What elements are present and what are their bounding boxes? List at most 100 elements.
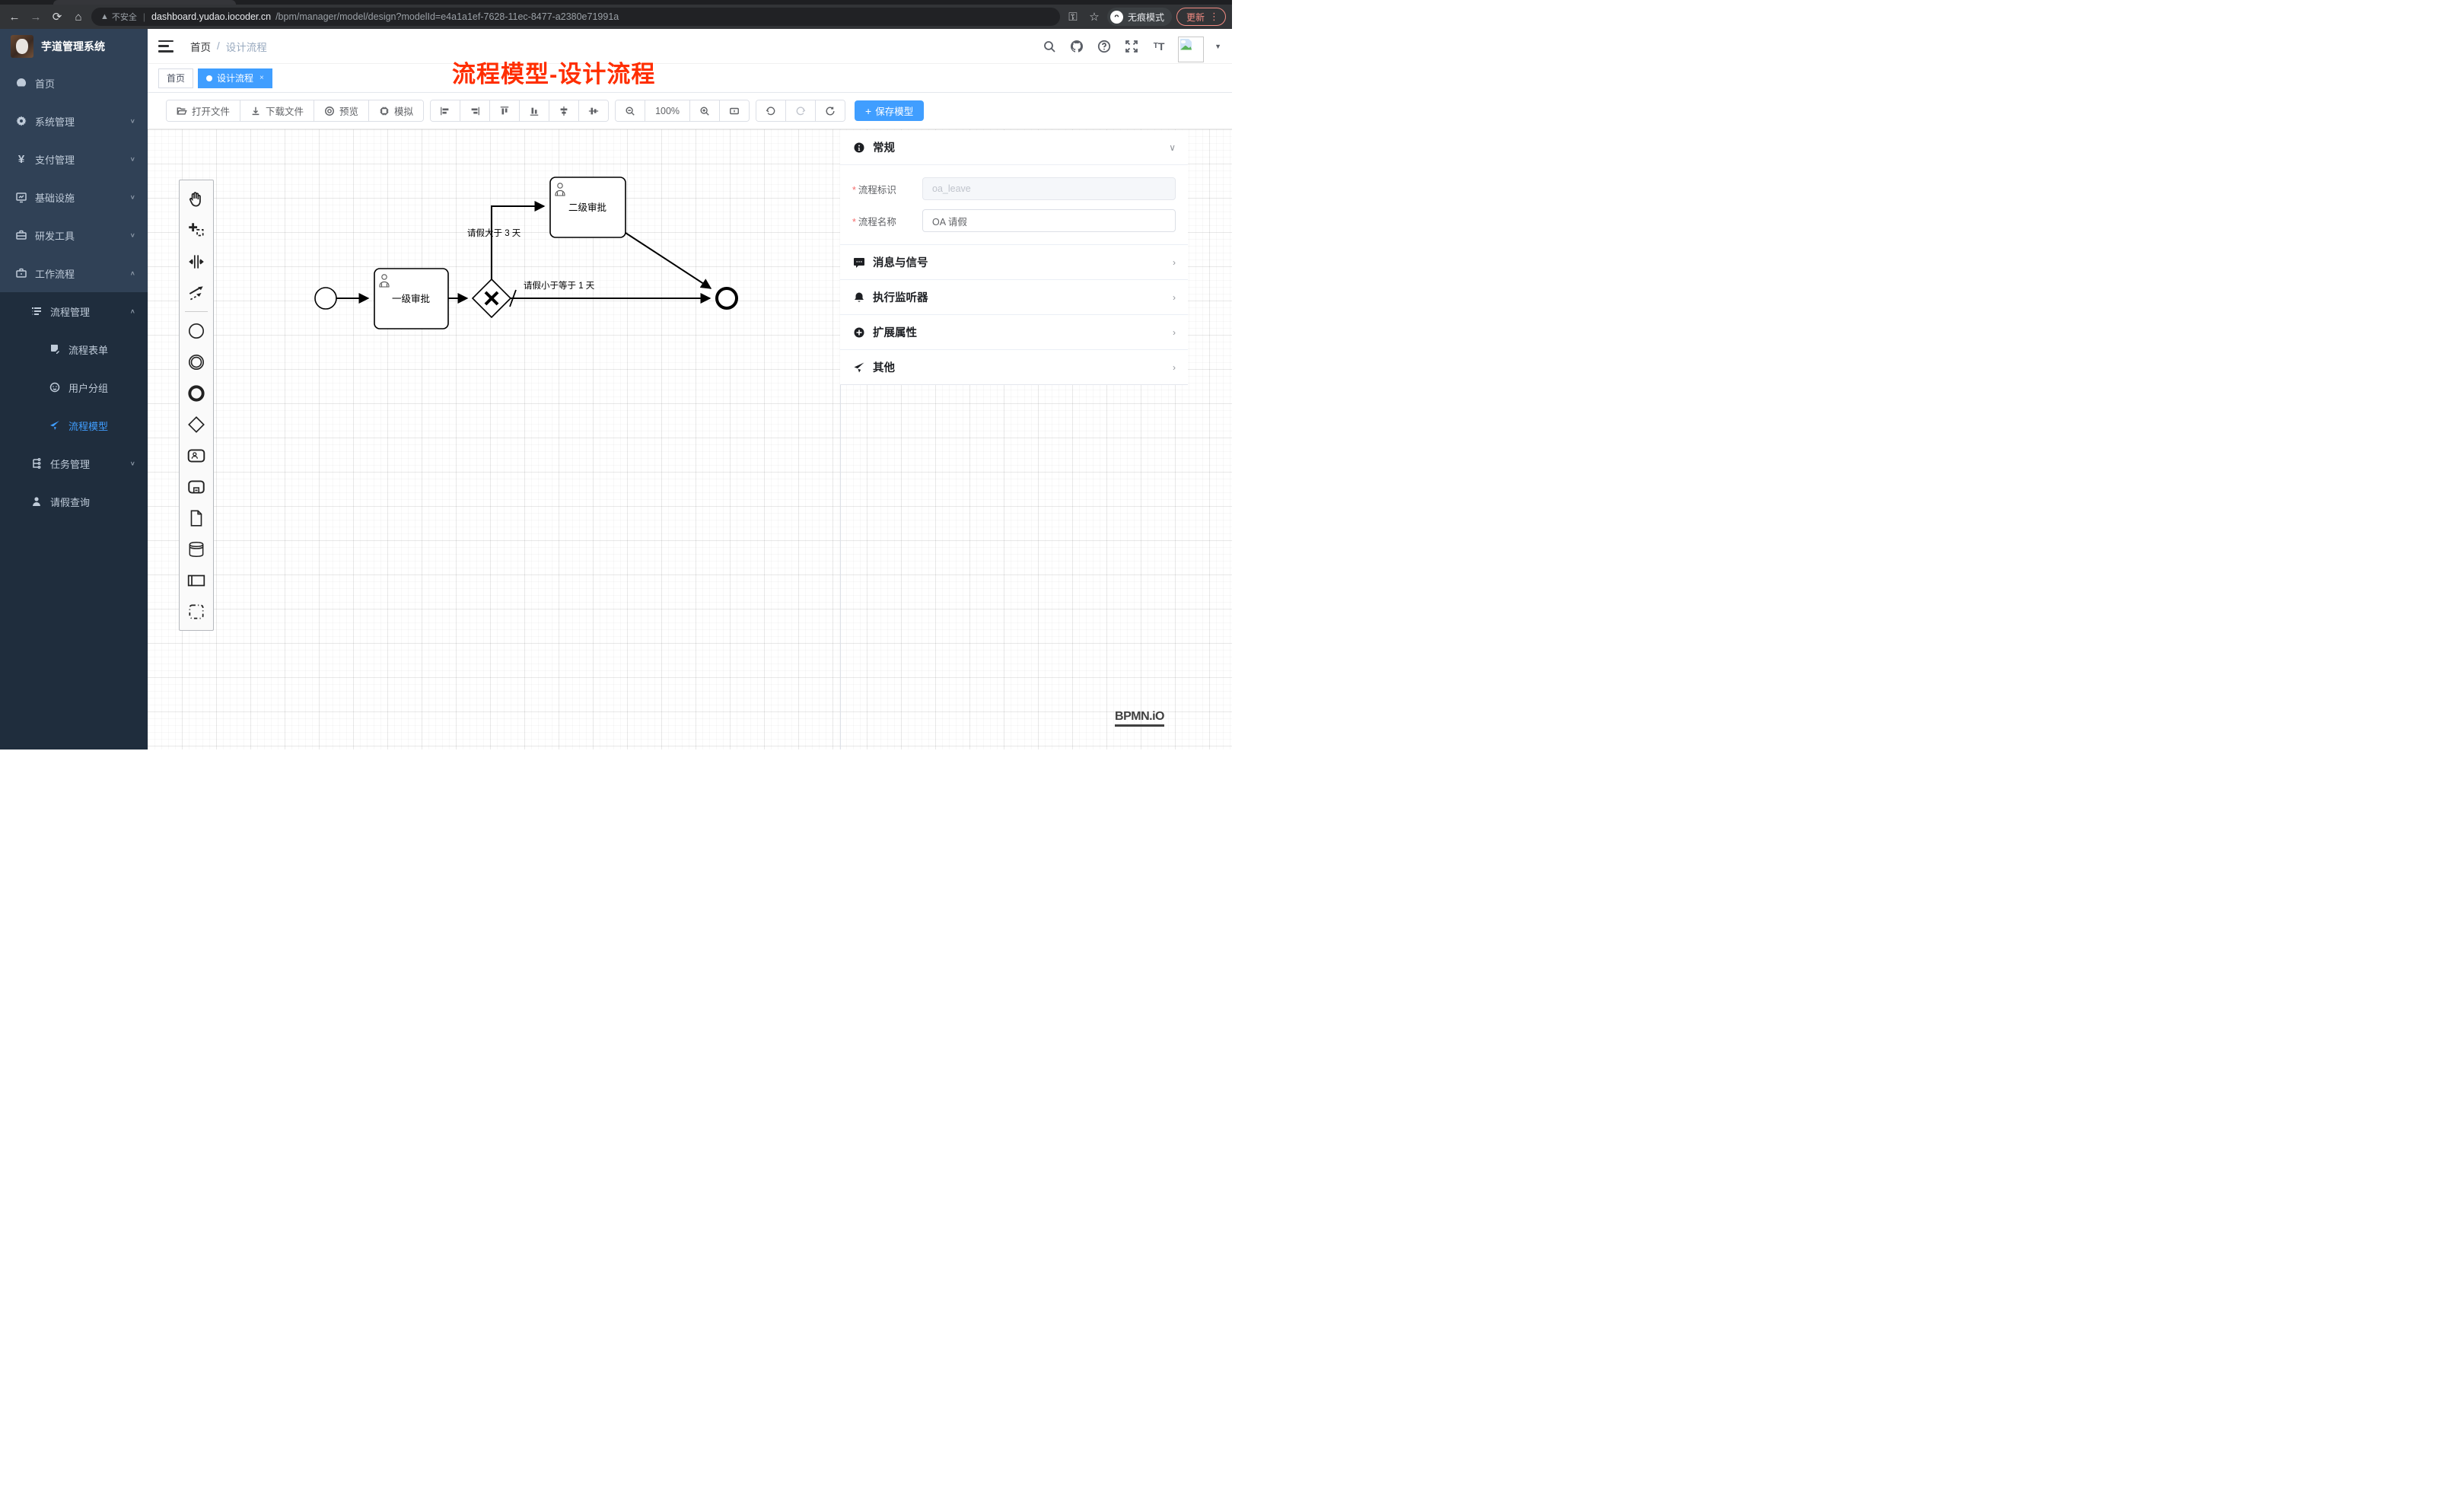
sidebar-item-task-mgmt[interactable]: 任务管理 ∨ bbox=[0, 444, 148, 482]
sidebar-item-infra[interactable]: 基础设施 ∨ bbox=[0, 178, 148, 216]
sidebar-item-payment[interactable]: ¥ 支付管理 ∨ bbox=[0, 140, 148, 178]
sidebar-menu: 首页 系统管理 ∨ ¥ 支付管理 ∨ bbox=[0, 64, 148, 750]
incognito-badge[interactable]: ᴖ 无痕模式 bbox=[1107, 8, 1172, 26]
zoom-level[interactable]: 100% bbox=[645, 100, 690, 121]
breadcrumb-current: 设计流程 bbox=[226, 39, 267, 54]
preview-button[interactable]: 预览 bbox=[314, 100, 369, 121]
tab-design-process[interactable]: 设计流程 × bbox=[198, 68, 272, 88]
simulate-button[interactable]: 模拟 bbox=[369, 100, 423, 121]
flow-task2-to-end[interactable] bbox=[626, 233, 711, 288]
yen-icon: ¥ bbox=[15, 153, 27, 165]
sidebar-collapse-icon[interactable] bbox=[158, 40, 173, 53]
app-logo bbox=[11, 35, 33, 58]
align-right-button[interactable] bbox=[460, 100, 490, 121]
avatar-caret-icon[interactable]: ▼ bbox=[1214, 43, 1221, 50]
align-bottom-button[interactable] bbox=[520, 100, 549, 121]
align-center-vertical-button[interactable] bbox=[579, 100, 608, 121]
align-top-button[interactable] bbox=[490, 100, 520, 121]
sidebar-item-process-mgmt[interactable]: 流程管理 ∧ bbox=[0, 292, 148, 330]
sidebar-item-workflow[interactable]: 工作流程 ∧ bbox=[0, 254, 148, 292]
chevron-down-icon: ∨ bbox=[130, 156, 135, 163]
plus-circle-icon bbox=[852, 326, 865, 339]
address-bar[interactable]: ▲ 不安全 | dashboard.yudao.iocoder.cn/bpm/m… bbox=[91, 8, 1060, 26]
zoom-in-button[interactable] bbox=[690, 100, 720, 121]
sidebar-item-home[interactable]: 首页 bbox=[0, 64, 148, 102]
browser-menu-icon[interactable]: ⋮ bbox=[1209, 11, 1219, 23]
sidebar-item-user-group[interactable]: 用户分组 bbox=[0, 368, 148, 406]
align-button-group bbox=[430, 100, 609, 122]
process-key-label: *流程标识 bbox=[852, 182, 922, 196]
align-center-horizontal-button[interactable] bbox=[549, 100, 579, 121]
forward-icon[interactable]: → bbox=[27, 8, 44, 25]
required-asterisk: * bbox=[852, 217, 856, 228]
chrome-update-button[interactable]: 更新 ⋮ bbox=[1176, 8, 1226, 26]
section-other[interactable]: 其他 › bbox=[840, 349, 1188, 384]
sidebar-item-leave-query[interactable]: 请假查询 bbox=[0, 482, 148, 520]
sidebar-item-devtools[interactable]: 研发工具 ∨ bbox=[0, 216, 148, 254]
sidebar-item-label: 支付管理 bbox=[35, 152, 123, 167]
help-icon[interactable] bbox=[1096, 38, 1113, 55]
sidebar-item-process-model[interactable]: 流程模型 bbox=[0, 406, 148, 444]
bpmn-canvas[interactable]: 一级审批 二 bbox=[148, 129, 1232, 750]
close-icon[interactable]: × bbox=[259, 74, 264, 82]
github-icon[interactable] bbox=[1068, 38, 1085, 55]
open-file-button[interactable]: 打开文件 bbox=[167, 100, 240, 121]
browser-tab-sliver[interactable] bbox=[53, 0, 236, 5]
bookmark-star-icon[interactable]: ☆ bbox=[1086, 8, 1103, 25]
section-execution-listener[interactable]: 执行监听器 › bbox=[840, 279, 1188, 314]
not-secure-badge[interactable]: ▲ 不安全 bbox=[100, 11, 137, 23]
flow-label-gt3[interactable]: 请假大于 3 天 bbox=[467, 228, 521, 238]
breadcrumb-separator: / bbox=[217, 40, 220, 52]
fullscreen-icon[interactable] bbox=[1123, 38, 1140, 55]
download-file-button[interactable]: 下载文件 bbox=[240, 100, 314, 121]
end-event[interactable] bbox=[717, 288, 737, 308]
breadcrumb-home[interactable]: 首页 bbox=[190, 39, 211, 54]
avatar[interactable] bbox=[1178, 37, 1204, 62]
tab-home[interactable]: 首页 bbox=[158, 68, 193, 88]
flow-gateway-to-task2[interactable] bbox=[492, 206, 544, 280]
chevron-down-icon: ∨ bbox=[130, 194, 135, 201]
undo-button[interactable] bbox=[756, 100, 786, 121]
chip-icon bbox=[379, 106, 390, 116]
back-icon[interactable]: ← bbox=[6, 8, 23, 25]
url-divider: | bbox=[143, 11, 145, 22]
start-event[interactable] bbox=[315, 288, 336, 309]
sidebar-item-label: 流程管理 bbox=[50, 304, 123, 319]
chevron-right-icon: › bbox=[1173, 362, 1176, 373]
app-logo-row[interactable]: 芋道管理系统 bbox=[0, 29, 148, 64]
user-task-level2[interactable]: 二级审批 bbox=[550, 177, 626, 237]
align-left-button[interactable] bbox=[431, 100, 460, 121]
chevron-up-icon: ∧ bbox=[130, 270, 135, 277]
chevron-down-icon: ∨ bbox=[130, 460, 135, 467]
home-icon[interactable]: ⌂ bbox=[70, 8, 87, 25]
search-icon[interactable] bbox=[1041, 38, 1058, 55]
font-size-icon[interactable]: TT bbox=[1151, 38, 1167, 55]
section-message-signal[interactable]: 消息与信号 › bbox=[840, 244, 1188, 279]
password-key-icon[interactable]: ⚿ bbox=[1065, 8, 1081, 25]
restart-button[interactable] bbox=[816, 100, 845, 121]
flow-label-le1[interactable]: 请假小于等于 1 天 bbox=[524, 280, 595, 291]
process-key-input[interactable]: oa_leave bbox=[922, 177, 1176, 200]
section-title: 常规 bbox=[873, 139, 1161, 155]
sidebar-item-process-form[interactable]: 流程表单 bbox=[0, 330, 148, 368]
breadcrumb: 首页 / 设计流程 bbox=[190, 39, 267, 54]
section-extended-attrs[interactable]: 扩展属性 › bbox=[840, 314, 1188, 349]
reload-icon[interactable]: ⟳ bbox=[49, 8, 65, 25]
user-task-level1[interactable]: 一级审批 bbox=[374, 269, 448, 329]
view-tabs: 首页 设计流程 × bbox=[148, 64, 1232, 93]
process-name-input[interactable]: OA 请假 bbox=[922, 209, 1176, 232]
save-model-button[interactable]: + 保存模型 bbox=[855, 100, 924, 121]
sidebar-item-system[interactable]: 系统管理 ∨ bbox=[0, 102, 148, 140]
workflow-submenu: 流程管理 ∧ 流程表单 用户分组 bbox=[0, 292, 148, 750]
exclusive-gateway[interactable] bbox=[473, 279, 511, 317]
keyboard-shortcuts-button[interactable] bbox=[720, 100, 749, 121]
eye-icon bbox=[324, 106, 335, 116]
info-icon bbox=[852, 141, 865, 154]
section-general[interactable]: 常规 ∨ bbox=[840, 130, 1188, 164]
redo-button[interactable] bbox=[786, 100, 816, 121]
browser-tabstrip bbox=[0, 0, 1232, 5]
tab-label: 首页 bbox=[167, 72, 185, 84]
zoom-out-button[interactable] bbox=[616, 100, 645, 121]
chevron-down-icon: ∨ bbox=[130, 232, 135, 239]
bpmn-io-watermark[interactable]: BPMN.iO bbox=[1115, 710, 1164, 727]
